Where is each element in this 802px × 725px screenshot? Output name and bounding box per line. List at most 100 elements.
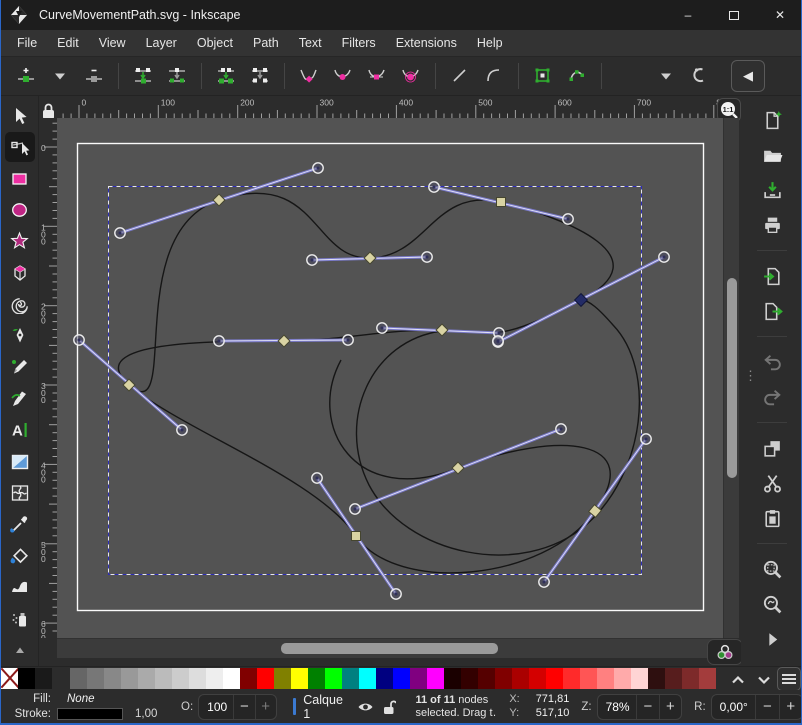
tool-text[interactable]: A xyxy=(5,415,35,444)
palette-swatch[interactable] xyxy=(206,668,223,689)
palette-scroll-down-button[interactable] xyxy=(751,669,777,689)
palette-swatch[interactable] xyxy=(342,668,359,689)
layer-visibility-icon[interactable] xyxy=(356,697,375,717)
canvas[interactable] xyxy=(57,118,723,638)
vertical-scrollbar-thumb[interactable] xyxy=(727,278,737,478)
palette-swatch[interactable] xyxy=(614,668,631,689)
cut-button[interactable] xyxy=(759,471,785,495)
open-document-button[interactable] xyxy=(759,143,785,167)
palette-swatch[interactable] xyxy=(648,668,665,689)
tool-selector[interactable] xyxy=(5,101,35,130)
join-nodes-button[interactable] xyxy=(128,61,158,91)
delete-segment-button[interactable] xyxy=(245,61,275,91)
zoom-selection-button[interactable] xyxy=(759,557,785,581)
layer-lock-icon[interactable] xyxy=(379,697,398,717)
zoom-increase-button[interactable]: + xyxy=(659,694,682,720)
redo-button[interactable] xyxy=(759,385,785,409)
palette-swatch[interactable] xyxy=(529,668,546,689)
tool-tweak[interactable] xyxy=(5,573,35,602)
menu-path[interactable]: Path xyxy=(243,31,289,55)
opacity-value[interactable]: 100 xyxy=(199,700,233,714)
save-button[interactable] xyxy=(759,178,785,202)
palette-swatch[interactable] xyxy=(393,668,410,689)
palette-swatch[interactable] xyxy=(104,668,121,689)
rotation-value[interactable]: 0,00° xyxy=(712,700,755,714)
palette-swatch[interactable] xyxy=(138,668,155,689)
tool-dropper[interactable] xyxy=(5,510,35,539)
palette-swatch[interactable] xyxy=(291,668,308,689)
palette-swatch[interactable] xyxy=(274,668,291,689)
tool-mesh[interactable] xyxy=(5,478,35,507)
tool-gradient[interactable] xyxy=(5,447,35,476)
palette-swatch[interactable] xyxy=(427,668,444,689)
menu-help[interactable]: Help xyxy=(467,31,513,55)
palette-swatch[interactable] xyxy=(699,668,716,689)
zoom-value[interactable]: 78% xyxy=(598,700,637,714)
menu-view[interactable]: View xyxy=(89,31,136,55)
zoom-drawing-button[interactable] xyxy=(759,592,785,616)
palette-swatch[interactable] xyxy=(70,668,87,689)
palette-swatch[interactable] xyxy=(580,668,597,689)
tool-more-tools[interactable] xyxy=(5,635,35,664)
tool-node-editor[interactable] xyxy=(5,132,35,161)
tool-calligraphy[interactable] xyxy=(5,384,35,413)
palette-swatch[interactable] xyxy=(410,668,427,689)
undo-button[interactable] xyxy=(759,350,785,374)
close-button[interactable]: ✕ xyxy=(757,0,802,30)
horizontal-scrollbar[interactable] xyxy=(57,638,723,658)
make-line-button[interactable] xyxy=(445,61,475,91)
insert-node-button[interactable] xyxy=(11,61,41,91)
object-to-path-button[interactable] xyxy=(528,61,558,91)
palette-swatch[interactable] xyxy=(223,668,240,689)
vertical-ruler[interactable]: 0100200300400500600 xyxy=(39,118,57,638)
expand-dialogs-button[interactable] xyxy=(759,627,785,651)
opacity-decrease-button[interactable]: − xyxy=(233,694,254,720)
palette-swatch[interactable] xyxy=(359,668,376,689)
menu-layer[interactable]: Layer xyxy=(136,31,187,55)
minimize-button[interactable]: – xyxy=(665,0,711,30)
palette-swatch[interactable] xyxy=(444,668,461,689)
palette-swatch[interactable] xyxy=(325,668,342,689)
tool-box3d[interactable] xyxy=(5,258,35,287)
rotation-increase-button[interactable]: + xyxy=(779,694,802,720)
palette-swatch[interactable] xyxy=(478,668,495,689)
make-corner-button[interactable] xyxy=(294,61,324,91)
rotation-spinbox[interactable]: 0,00° − + xyxy=(711,694,802,720)
palette-swatch[interactable] xyxy=(189,668,206,689)
paste-button[interactable] xyxy=(759,506,785,530)
opacity-spinbox[interactable]: 100 − + xyxy=(198,694,277,720)
make-curve-button[interactable] xyxy=(479,61,509,91)
menu-filters[interactable]: Filters xyxy=(332,31,386,55)
palette-swatch[interactable] xyxy=(121,668,138,689)
tool-pen[interactable] xyxy=(5,321,35,350)
palette-swatch[interactable] xyxy=(597,668,614,689)
tool-star[interactable] xyxy=(5,227,35,256)
tool-ellipse[interactable] xyxy=(5,195,35,224)
stroke-width-value[interactable]: 1,00 xyxy=(135,708,169,720)
palette-scroll-up-button[interactable] xyxy=(725,669,751,689)
palette-swatch[interactable] xyxy=(240,668,257,689)
palette-swatch[interactable] xyxy=(376,668,393,689)
zoom-spinbox[interactable]: 78% − + xyxy=(597,694,683,720)
palette-swatch[interactable] xyxy=(155,668,172,689)
palette-menu-button[interactable] xyxy=(777,667,801,691)
palette-swatch[interactable] xyxy=(308,668,325,689)
fill-stroke-indicator[interactable]: Fill: None Stroke: 1,00 xyxy=(7,692,169,722)
import-button[interactable] xyxy=(759,264,785,288)
make-smooth-button[interactable] xyxy=(328,61,358,91)
tool-spray[interactable] xyxy=(5,604,35,633)
break-nodes-button[interactable] xyxy=(211,61,241,91)
palette-swatch[interactable] xyxy=(563,668,580,689)
palette-swatch[interactable] xyxy=(87,668,104,689)
new-document-button[interactable] xyxy=(759,108,785,132)
palette-swatch-none[interactable] xyxy=(1,668,18,689)
palette-swatch[interactable] xyxy=(682,668,699,689)
palette-swatch[interactable] xyxy=(665,668,682,689)
palette-swatch[interactable] xyxy=(495,668,512,689)
palette-swatch[interactable] xyxy=(35,668,52,689)
color-managed-view-button[interactable] xyxy=(707,639,743,665)
vertical-scrollbar[interactable] xyxy=(723,118,739,638)
palette-swatch[interactable] xyxy=(546,668,563,689)
path-node-square[interactable] xyxy=(497,198,506,207)
path-node-square[interactable] xyxy=(352,532,361,541)
